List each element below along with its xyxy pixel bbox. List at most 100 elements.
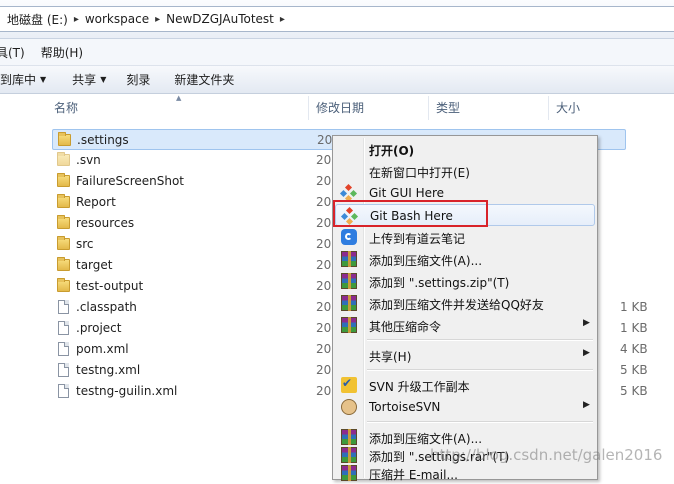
menu-item-tortoisesvn[interactable]: TortoiseSVN ▶ [335,396,595,418]
file-name: .svn [76,153,101,167]
folder-icon [57,278,70,292]
new-folder-button[interactable]: 新建文件夹 [164,71,244,88]
menu-item-label: TortoiseSVN [369,400,441,414]
address-breadcrumb[interactable]: 地磁盘 (E:) ▸ workspace ▸ NewDZGJAuTotest ▸ [0,6,674,32]
file-name: pom.xml [76,342,129,356]
winrar-icon [341,465,357,481]
file-name: resources [76,216,135,230]
file-name: .classpath [76,300,137,314]
file-name: testng.xml [76,363,141,377]
breadcrumb-workspace[interactable]: workspace [81,12,153,26]
svn-update-icon [341,376,357,393]
file-size: 4 KB [620,342,648,356]
file-size: 5 KB [620,363,648,377]
column-header: ▲ 名称 修改日期 类型 大小 [0,94,674,124]
menu-item-archive-send-qq[interactable]: 添加到压缩文件并发送给QQ好友 [335,292,595,314]
winrar-icon [341,295,357,311]
menu-item-label: 共享(H) [369,350,412,364]
xml-document-icon [58,384,69,398]
breadcrumb-separator-icon[interactable]: ▸ [72,14,81,25]
chevron-down-icon: ▼ [100,75,107,84]
document-icon [58,321,69,335]
menu-separator [367,339,593,341]
column-name[interactable]: 名称 [54,94,78,122]
menu-item-label: 打开(O) [369,144,415,158]
file-size: 1 KB [620,321,648,335]
winrar-icon [341,317,357,333]
file-size: 5 KB [620,384,648,398]
xml-document-icon [58,342,69,356]
menu-item-label: SVN 升级工作副本 [369,380,470,394]
menu-help[interactable]: 帮助(H) [41,44,91,61]
column-divider[interactable] [308,96,309,120]
file-name: src [76,237,94,251]
chevron-down-icon: ▼ [40,75,47,84]
folder-icon [57,257,70,271]
menu-separator [367,369,593,371]
menu-separator [367,421,593,423]
sort-ascending-icon: ▲ [176,94,182,102]
include-in-library-button[interactable]: 到库中 ▼ [0,71,56,88]
winrar-icon [341,251,357,267]
column-divider[interactable] [428,96,429,120]
youdao-note-icon [341,229,357,245]
file-name: target [76,258,113,272]
git-gui-icon [339,183,358,203]
burn-label: 刻录 [126,73,151,87]
menu-item-open[interactable]: 打开(O) [335,138,595,160]
breadcrumb-project[interactable]: NewDZGJAuTotest [162,12,278,26]
menu-item-add-to-zip[interactable]: 添加到 ".settings.zip"(T) [335,270,595,292]
include-in-library-label: 到库中 [0,73,37,87]
burn-button[interactable]: 刻录 [116,71,160,88]
share-button[interactable]: 共享 ▼ [62,71,116,88]
column-divider[interactable] [548,96,549,120]
folder-icon [58,132,71,146]
file-name: Report [76,195,116,209]
submenu-arrow-icon: ▶ [583,348,590,358]
folder-icon [57,215,70,229]
file-name: .project [76,321,122,335]
column-size[interactable]: 大小 [556,94,580,122]
folder-icon [57,194,70,208]
watermark-text: http://blog.csdn.net/galen2016 [430,446,663,464]
address-bar: 地磁盘 (E:) ▸ workspace ▸ NewDZGJAuTotest ▸ [0,0,674,39]
breadcrumb-separator-icon[interactable]: ▸ [153,14,162,25]
file-name: test-output [76,279,144,293]
folder-icon [57,173,70,187]
menu-item-other-compress[interactable]: 其他压缩命令 ▶ [335,314,595,336]
menu-item-add-to-archive[interactable]: 添加到压缩文件(A)... [335,248,595,270]
command-toolbar: 到库中 ▼ 共享 ▼ 刻录 新建文件夹 [0,66,674,94]
menu-item-youdao-note[interactable]: 上传到有道云笔记 [335,226,595,248]
winrar-icon [341,447,357,463]
winrar-icon [341,429,357,445]
tortoisesvn-icon [341,399,357,415]
column-type[interactable]: 类型 [436,94,460,122]
menu-item-label: 添加到 ".settings.zip"(T) [369,276,510,290]
context-menu: 打开(O) 在新窗口中打开(E) Git GUI Here Git Bash H… [332,135,598,482]
xml-document-icon [58,363,69,377]
menu-item-label: 添加到压缩文件(A)... [369,254,483,268]
file-name: testng-guilin.xml [76,384,178,398]
new-folder-label: 新建文件夹 [174,73,235,87]
breadcrumb-drive[interactable]: 地磁盘 (E:) [3,11,72,28]
breadcrumb-separator-icon[interactable]: ▸ [278,14,287,25]
menu-item-label: 在新窗口中打开(E) [369,166,470,180]
menu-item-label: Git GUI Here [369,186,445,200]
column-date-modified[interactable]: 修改日期 [316,94,364,122]
file-size: 1 KB [620,300,648,314]
menu-item-open-new-window[interactable]: 在新窗口中打开(E) [335,160,595,182]
submenu-arrow-icon: ▶ [583,318,590,328]
menu-item-share[interactable]: 共享(H) ▶ [335,344,595,366]
winrar-icon [341,273,357,289]
share-label: 共享 [72,73,97,87]
menu-item-compress-email[interactable]: 压缩并 E-mail... [335,462,595,484]
menu-item-svn-upgrade[interactable]: SVN 升级工作副本 [335,374,595,396]
menu-bar: 具(T) 帮助(H) [0,39,674,66]
folder-icon [57,236,70,250]
folder-icon [57,152,70,166]
submenu-arrow-icon: ▶ [583,400,590,410]
menu-tools[interactable]: 具(T) [0,44,33,61]
document-icon [58,300,69,314]
file-name: .settings [77,133,129,147]
menu-item-label: 上传到有道云笔记 [369,232,466,246]
